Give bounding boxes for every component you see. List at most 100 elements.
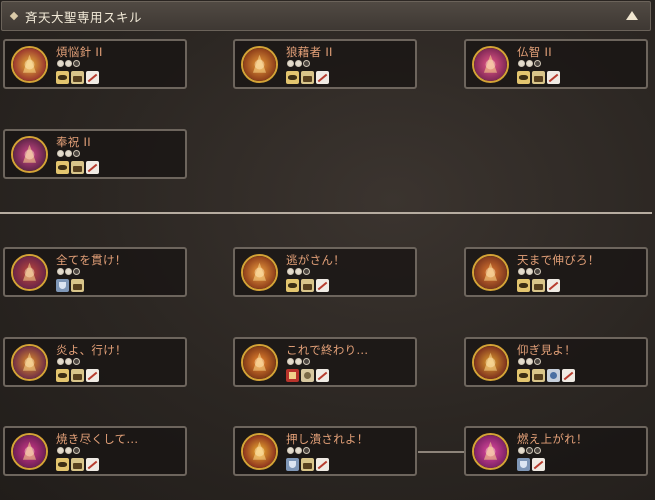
skill-cost-dots [57,60,80,67]
skill-name: 逃がさん！ [286,253,345,267]
section-divider [0,212,652,214]
cost-dot-icon [295,60,302,67]
eye-icon [517,279,530,292]
buff-icon [71,161,84,174]
skill-name: 燃え上がれ！ [517,432,588,446]
skill-name: 仰ぎ見よ！ [517,343,576,357]
cost-dot-icon [534,447,541,454]
skill-card[interactable]: 押し潰されよ！ [233,426,417,476]
skill-name: 天まで伸びろ！ [517,253,600,267]
skill-cost-dots [518,60,541,67]
skill-tags [517,279,560,292]
skill-tags [517,71,560,84]
skill-cost-dots [287,268,310,275]
cost-dot-icon [73,60,80,67]
person-icon [301,369,314,382]
skill-card[interactable]: 焼き尽くして... [3,426,187,476]
skill-cost-dots [57,150,80,157]
skill-cost-dots [57,358,80,365]
eye-icon [56,161,69,174]
skill-cost-dots [518,268,541,275]
skill-tags [286,71,329,84]
buff-icon [301,279,314,292]
cost-dot-icon [73,358,80,365]
skill-card[interactable]: 奉祝 II [3,129,187,179]
skill-card[interactable]: 仏智 II [464,39,648,89]
skill-emblem-icon [472,433,509,470]
skill-card[interactable]: 全てを貫け！ [3,247,187,297]
skill-emblem-icon [472,254,509,291]
skill-card[interactable]: 燃え上がれ！ [464,426,648,476]
skill-name: 煩悩針 II [56,45,103,59]
cost-dot-icon [65,268,72,275]
skill-card[interactable]: 炎よ、行け！ [3,337,187,387]
eye-icon [56,71,69,84]
skill-link-line [418,451,464,453]
cost-dot-icon [518,358,525,365]
skill-tags [56,161,99,174]
cost-dot-icon [65,60,72,67]
skill-emblem-icon [472,344,509,381]
cost-dot-icon [303,60,310,67]
cost-dot-icon [287,268,294,275]
cost-dot-icon [526,358,533,365]
skill-cost-dots [57,268,80,275]
eye-icon [286,279,299,292]
skill-tags [56,369,99,382]
skill-name: 全てを貫け！ [56,253,127,267]
collapse-arrow-icon[interactable] [626,11,638,20]
skill-emblem-icon [11,254,48,291]
skill-name: 奉祝 II [56,135,91,149]
skill-emblem-icon [472,46,509,83]
skill-section-header[interactable]: 斉天大聖専用スキル [1,1,651,31]
cost-dot-icon [65,358,72,365]
skill-name: 焼き尽くして... [56,432,139,446]
cost-dot-icon [303,268,310,275]
skill-card[interactable]: これで終わり... [233,337,417,387]
cost-dot-icon [518,60,525,67]
skill-card[interactable]: 仰ぎ見よ！ [464,337,648,387]
eye-icon [56,458,69,471]
skill-cost-dots [518,358,541,365]
cost-dot-icon [518,447,525,454]
skill-emblem-icon [241,344,278,381]
buff-icon [532,71,545,84]
cost-dot-icon [73,268,80,275]
cost-dot-icon [57,268,64,275]
skill-card[interactable]: 天まで伸びろ！ [464,247,648,297]
skill-tags [56,71,99,84]
skill-cost-dots [287,60,310,67]
skill-name: 押し潰されよ！ [286,432,369,446]
buff-icon [71,369,84,382]
cost-dot-icon [526,268,533,275]
cost-dot-icon [65,447,72,454]
buff-icon [71,279,84,292]
buff-icon [71,71,84,84]
slash-icon [86,369,99,382]
skill-card[interactable]: 狼藉者 II [233,39,417,89]
buff-icon [301,71,314,84]
buff-icon [532,279,545,292]
skill-card[interactable]: 煩悩針 II [3,39,187,89]
skill-card[interactable]: 逃がさん！ [233,247,417,297]
cost-dot-icon [73,447,80,454]
section-title: 斉天大聖専用スキル [25,9,143,25]
skill-tags [56,279,84,292]
cost-dot-icon [526,447,533,454]
skill-emblem-icon [241,46,278,83]
skill-cost-dots [287,358,310,365]
slash-icon [547,279,560,292]
arrow-icon [547,369,560,382]
cost-dot-icon [295,447,302,454]
shield-icon [286,458,299,471]
cost-dot-icon [287,60,294,67]
skill-tags [286,458,329,471]
slash-icon [532,458,545,471]
shield-icon [517,458,530,471]
slash-icon [86,71,99,84]
skill-cost-dots [518,447,541,454]
cost-dot-icon [287,358,294,365]
skill-name: 炎よ、行け！ [56,343,127,357]
buff-icon [301,458,314,471]
cost-dot-icon [295,268,302,275]
